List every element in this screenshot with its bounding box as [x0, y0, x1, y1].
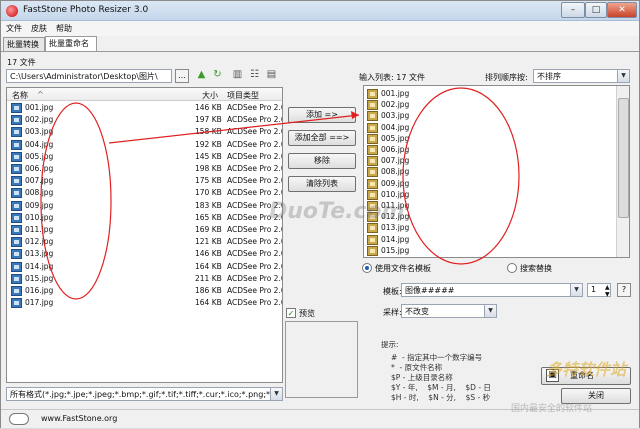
right-ellipse-annotation [402, 87, 520, 265]
app-window: FastStone Photo Resizer 3.0 – □ ✕ 文件 皮肤 … [0, 0, 640, 428]
watermark-sub: 国内最安全的软件站 [511, 404, 593, 414]
arrow-line-annotation [108, 114, 360, 144]
watermark-main: DuoTe.com [269, 199, 405, 224]
arrowhead-annotation [351, 111, 359, 119]
left-ellipse-annotation [40, 102, 112, 300]
watermark-brand: 多特软件站 [546, 360, 627, 379]
